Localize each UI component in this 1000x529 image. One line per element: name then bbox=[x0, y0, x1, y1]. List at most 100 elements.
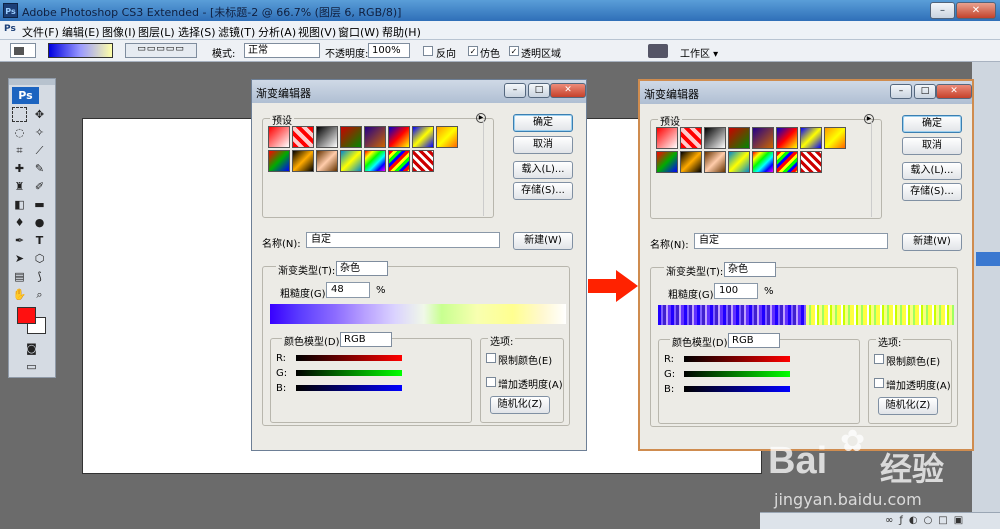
preset-swatch[interactable] bbox=[412, 126, 434, 148]
foreground-color-swatch[interactable] bbox=[17, 307, 36, 324]
save-button[interactable]: 存储(S)... bbox=[513, 182, 573, 200]
menu-filter[interactable]: 滤镜(T) bbox=[218, 24, 255, 40]
presets-scrollbar[interactable] bbox=[871, 121, 881, 217]
blur-tool-icon[interactable]: ♦ bbox=[12, 215, 27, 230]
menu-image[interactable]: 图像(I) bbox=[102, 24, 136, 40]
randomize-button[interactable]: 随机化(Z) bbox=[490, 396, 550, 414]
preset-swatch[interactable] bbox=[340, 150, 362, 172]
preset-swatch[interactable] bbox=[364, 150, 386, 172]
magic-wand-icon[interactable]: ✧ bbox=[32, 125, 47, 140]
roughness-input[interactable]: 48 bbox=[326, 282, 370, 298]
preset-swatch[interactable] bbox=[800, 127, 822, 149]
preset-swatch[interactable] bbox=[776, 151, 798, 173]
restrict-colors-checkbox[interactable] bbox=[874, 354, 884, 364]
color-model-select[interactable]: RGB bbox=[340, 332, 392, 347]
healing-brush-icon[interactable]: ✚ bbox=[12, 161, 27, 176]
preset-swatch[interactable] bbox=[436, 126, 458, 148]
gradient-type-select[interactable]: 杂色 bbox=[336, 261, 388, 276]
preset-swatch[interactable] bbox=[752, 151, 774, 173]
presets-scrollbar[interactable] bbox=[483, 120, 493, 216]
preset-swatch[interactable] bbox=[824, 127, 846, 149]
hand-tool-icon[interactable]: ✋ bbox=[12, 287, 27, 302]
gradient-type-select[interactable]: 杂色 bbox=[724, 262, 776, 277]
slice-tool-icon[interactable]: ⟋ bbox=[32, 143, 47, 158]
preset-swatch[interactable] bbox=[656, 151, 678, 173]
preset-swatch[interactable] bbox=[412, 150, 434, 172]
preset-swatch[interactable] bbox=[388, 150, 410, 172]
history-brush-icon[interactable]: ✐ bbox=[32, 179, 47, 194]
randomize-button[interactable]: 随机化(Z) bbox=[878, 397, 938, 415]
notes-tool-icon[interactable]: ▤ bbox=[12, 269, 27, 284]
load-button[interactable]: 载入(L)... bbox=[513, 161, 573, 179]
red-slider[interactable] bbox=[684, 356, 790, 362]
toolbox-header[interactable] bbox=[9, 79, 55, 85]
stamp-tool-icon[interactable]: ♜ bbox=[12, 179, 27, 194]
marquee-tool-icon[interactable] bbox=[12, 107, 27, 122]
save-button[interactable]: 存储(S)... bbox=[902, 183, 962, 201]
menu-analysis[interactable]: 分析(A) bbox=[258, 24, 296, 40]
preset-swatch[interactable] bbox=[316, 126, 338, 148]
new-button[interactable]: 新建(W) bbox=[902, 233, 962, 251]
print-icon[interactable] bbox=[648, 44, 668, 58]
preset-swatch[interactable] bbox=[680, 127, 702, 149]
name-input[interactable]: 自定 bbox=[306, 232, 500, 248]
menu-help[interactable]: 帮助(H) bbox=[382, 24, 421, 40]
mode-select[interactable]: 正常 bbox=[244, 43, 320, 58]
preset-swatch[interactable] bbox=[776, 127, 798, 149]
roughness-input[interactable]: 100 bbox=[714, 283, 758, 299]
preset-swatch[interactable] bbox=[292, 150, 314, 172]
preset-swatch[interactable] bbox=[704, 127, 726, 149]
pen-tool-icon[interactable]: ✒ bbox=[12, 233, 27, 248]
minimize-button[interactable]: – bbox=[930, 2, 955, 19]
tool-preset-picker[interactable] bbox=[10, 43, 36, 58]
ps-menu-icon[interactable]: Ps bbox=[4, 24, 16, 34]
minimize-button[interactable]: – bbox=[504, 83, 526, 98]
opacity-input[interactable]: 100% bbox=[368, 43, 410, 58]
gradient-tool-icon[interactable]: ▬ bbox=[32, 197, 47, 212]
transparency-checkbox[interactable]: ✓ bbox=[509, 46, 519, 56]
menu-edit[interactable]: 编辑(E) bbox=[62, 24, 100, 40]
close-button[interactable]: ✕ bbox=[550, 83, 586, 98]
new-button[interactable]: 新建(W) bbox=[513, 232, 573, 250]
load-button[interactable]: 载入(L)... bbox=[902, 162, 962, 180]
close-window-button[interactable]: ✕ bbox=[956, 2, 996, 19]
crop-tool-icon[interactable]: ⌗ bbox=[12, 143, 27, 158]
gradient-type-buttons[interactable]: ▭▭▭▭▭ bbox=[125, 43, 197, 58]
preset-swatch[interactable] bbox=[316, 150, 338, 172]
add-transparency-checkbox[interactable] bbox=[874, 378, 884, 388]
menu-view[interactable]: 视图(V) bbox=[298, 24, 336, 40]
preset-swatch[interactable] bbox=[752, 127, 774, 149]
gradient-preview[interactable] bbox=[48, 43, 113, 58]
brush-tool-icon[interactable]: ✎ bbox=[32, 161, 47, 176]
preset-swatch[interactable] bbox=[340, 126, 362, 148]
eraser-tool-icon[interactable]: ◧ bbox=[12, 197, 27, 212]
close-button[interactable]: ✕ bbox=[936, 84, 972, 99]
blue-slider[interactable] bbox=[296, 385, 402, 391]
quick-mask-icon[interactable]: ◙ bbox=[24, 341, 39, 356]
preset-swatch[interactable] bbox=[728, 127, 750, 149]
name-input[interactable]: 自定 bbox=[694, 233, 888, 249]
restrict-colors-checkbox[interactable] bbox=[486, 353, 496, 363]
maximize-button[interactable]: □ bbox=[528, 83, 550, 98]
menu-file[interactable]: 文件(F) bbox=[22, 24, 59, 40]
preset-swatch[interactable] bbox=[680, 151, 702, 173]
reverse-checkbox[interactable] bbox=[423, 46, 433, 56]
preset-swatch[interactable] bbox=[704, 151, 726, 173]
zoom-tool-icon[interactable]: ⌕ bbox=[32, 287, 47, 302]
minimize-button[interactable]: – bbox=[890, 84, 912, 99]
move-tool-icon[interactable]: ✥ bbox=[32, 107, 47, 122]
preset-swatch[interactable] bbox=[268, 126, 290, 148]
layer-thumb-selected[interactable] bbox=[976, 252, 1000, 266]
eyedropper-icon[interactable]: ⟆ bbox=[32, 269, 47, 284]
preset-swatch[interactable] bbox=[800, 151, 822, 173]
add-transparency-checkbox[interactable] bbox=[486, 377, 496, 387]
cancel-button[interactable]: 取消 bbox=[902, 137, 962, 155]
green-slider[interactable] bbox=[296, 370, 402, 376]
lasso-tool-icon[interactable]: ◌ bbox=[12, 125, 27, 140]
workspace-button[interactable]: 工作区 ▾ bbox=[680, 45, 718, 60]
ok-button[interactable]: 确定 bbox=[902, 115, 962, 133]
type-tool-icon[interactable]: T bbox=[32, 233, 47, 248]
preset-swatch[interactable] bbox=[292, 126, 314, 148]
dither-checkbox[interactable]: ✓ bbox=[468, 46, 478, 56]
maximize-button[interactable]: □ bbox=[914, 84, 936, 99]
